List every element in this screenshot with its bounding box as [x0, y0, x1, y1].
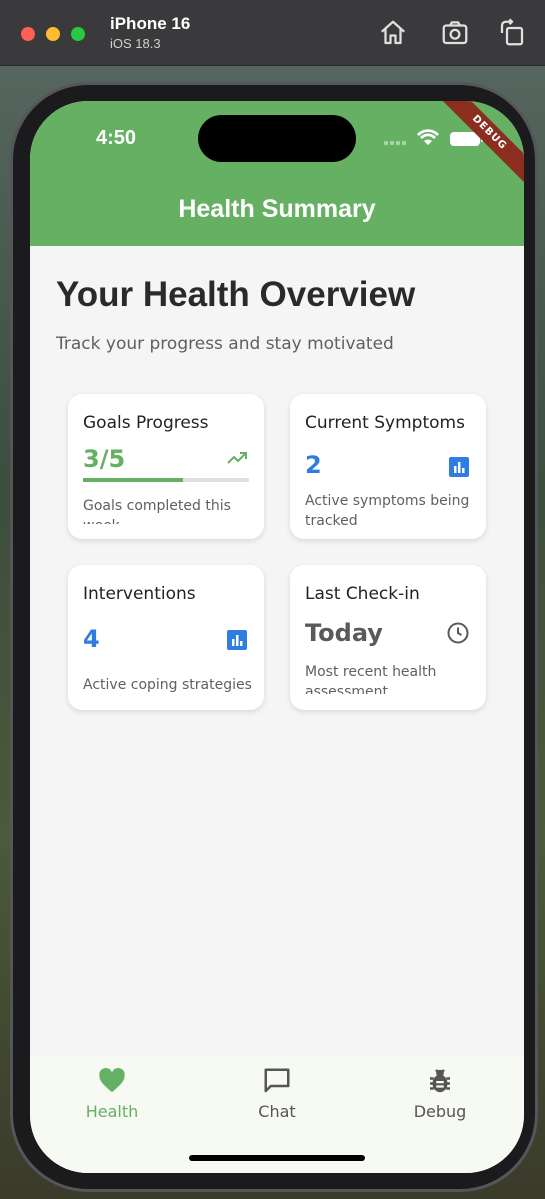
screenshot-icon[interactable]: [440, 18, 470, 48]
cellular-signal-icon: [384, 141, 406, 145]
card-value: 4: [83, 625, 100, 653]
goals-progress-fill: [83, 478, 183, 482]
nav-item-health[interactable]: Health: [52, 1066, 172, 1121]
goals-progress-bar: [83, 478, 249, 482]
trending-up-icon: [227, 452, 247, 464]
bug-icon: [430, 1069, 450, 1093]
current-symptoms-card[interactable]: Current Symptoms 2 Active symptoms being…: [290, 394, 486, 539]
nav-label: Debug: [413, 1102, 467, 1121]
dynamic-island: [198, 115, 356, 162]
goals-progress-card[interactable]: Goals Progress 3/5 Goals completed this …: [68, 394, 264, 539]
simulator-os-version: iOS 18.3: [110, 36, 161, 51]
card-value: Today: [305, 619, 383, 647]
card-value: 3/5: [83, 445, 126, 473]
simulator-title-bar: iPhone 16 iOS 18.3: [0, 0, 545, 66]
card-value: 2: [305, 451, 322, 479]
heart-icon: [99, 1067, 125, 1093]
page-subtitle: Track your progress and stay motivated: [56, 334, 394, 354]
card-title: Last Check-in: [305, 584, 420, 604]
window-zoom-button[interactable]: [71, 27, 85, 41]
interventions-card[interactable]: Interventions 4 Active coping strategies: [68, 565, 264, 710]
device-screen: 4:50 DEBUG Health Summary Your Health Ov…: [30, 101, 524, 1173]
nav-item-debug[interactable]: Debug: [380, 1066, 500, 1121]
nav-label: Chat: [258, 1102, 296, 1121]
last-check-in-card[interactable]: Last Check-in Today Most recent health a…: [290, 565, 486, 710]
app-header: 4:50 DEBUG Health Summary: [30, 101, 524, 246]
nav-label: Health: [85, 1102, 139, 1121]
card-title: Current Symptoms: [305, 413, 465, 433]
nav-item-chat[interactable]: Chat: [217, 1066, 337, 1121]
chat-bubble-icon: [264, 1068, 290, 1093]
card-description: Goals completed this week: [83, 498, 231, 524]
card-description: Active coping strategies: [83, 677, 252, 693]
clock-icon: [447, 622, 469, 644]
bar-chart-icon: [449, 457, 469, 477]
home-indicator[interactable]: [189, 1155, 365, 1161]
rotate-icon[interactable]: [497, 18, 527, 48]
app-bar-title: Health Summary: [178, 195, 376, 223]
page-title: Your Health Overview: [56, 275, 416, 314]
simulator-device-name: iPhone 16: [110, 14, 191, 33]
card-title: Interventions: [83, 584, 196, 604]
card-description: Most recent health assessment: [305, 664, 437, 694]
home-icon[interactable]: [378, 18, 408, 48]
wifi-icon: [417, 129, 439, 145]
bar-chart-icon: [227, 630, 247, 650]
card-title: Goals Progress: [83, 413, 209, 433]
window-minimize-button[interactable]: [46, 27, 60, 41]
window-close-button[interactable]: [21, 27, 35, 41]
status-time: 4:50: [96, 127, 137, 149]
card-description: Active symptoms being tracked: [305, 493, 470, 525]
